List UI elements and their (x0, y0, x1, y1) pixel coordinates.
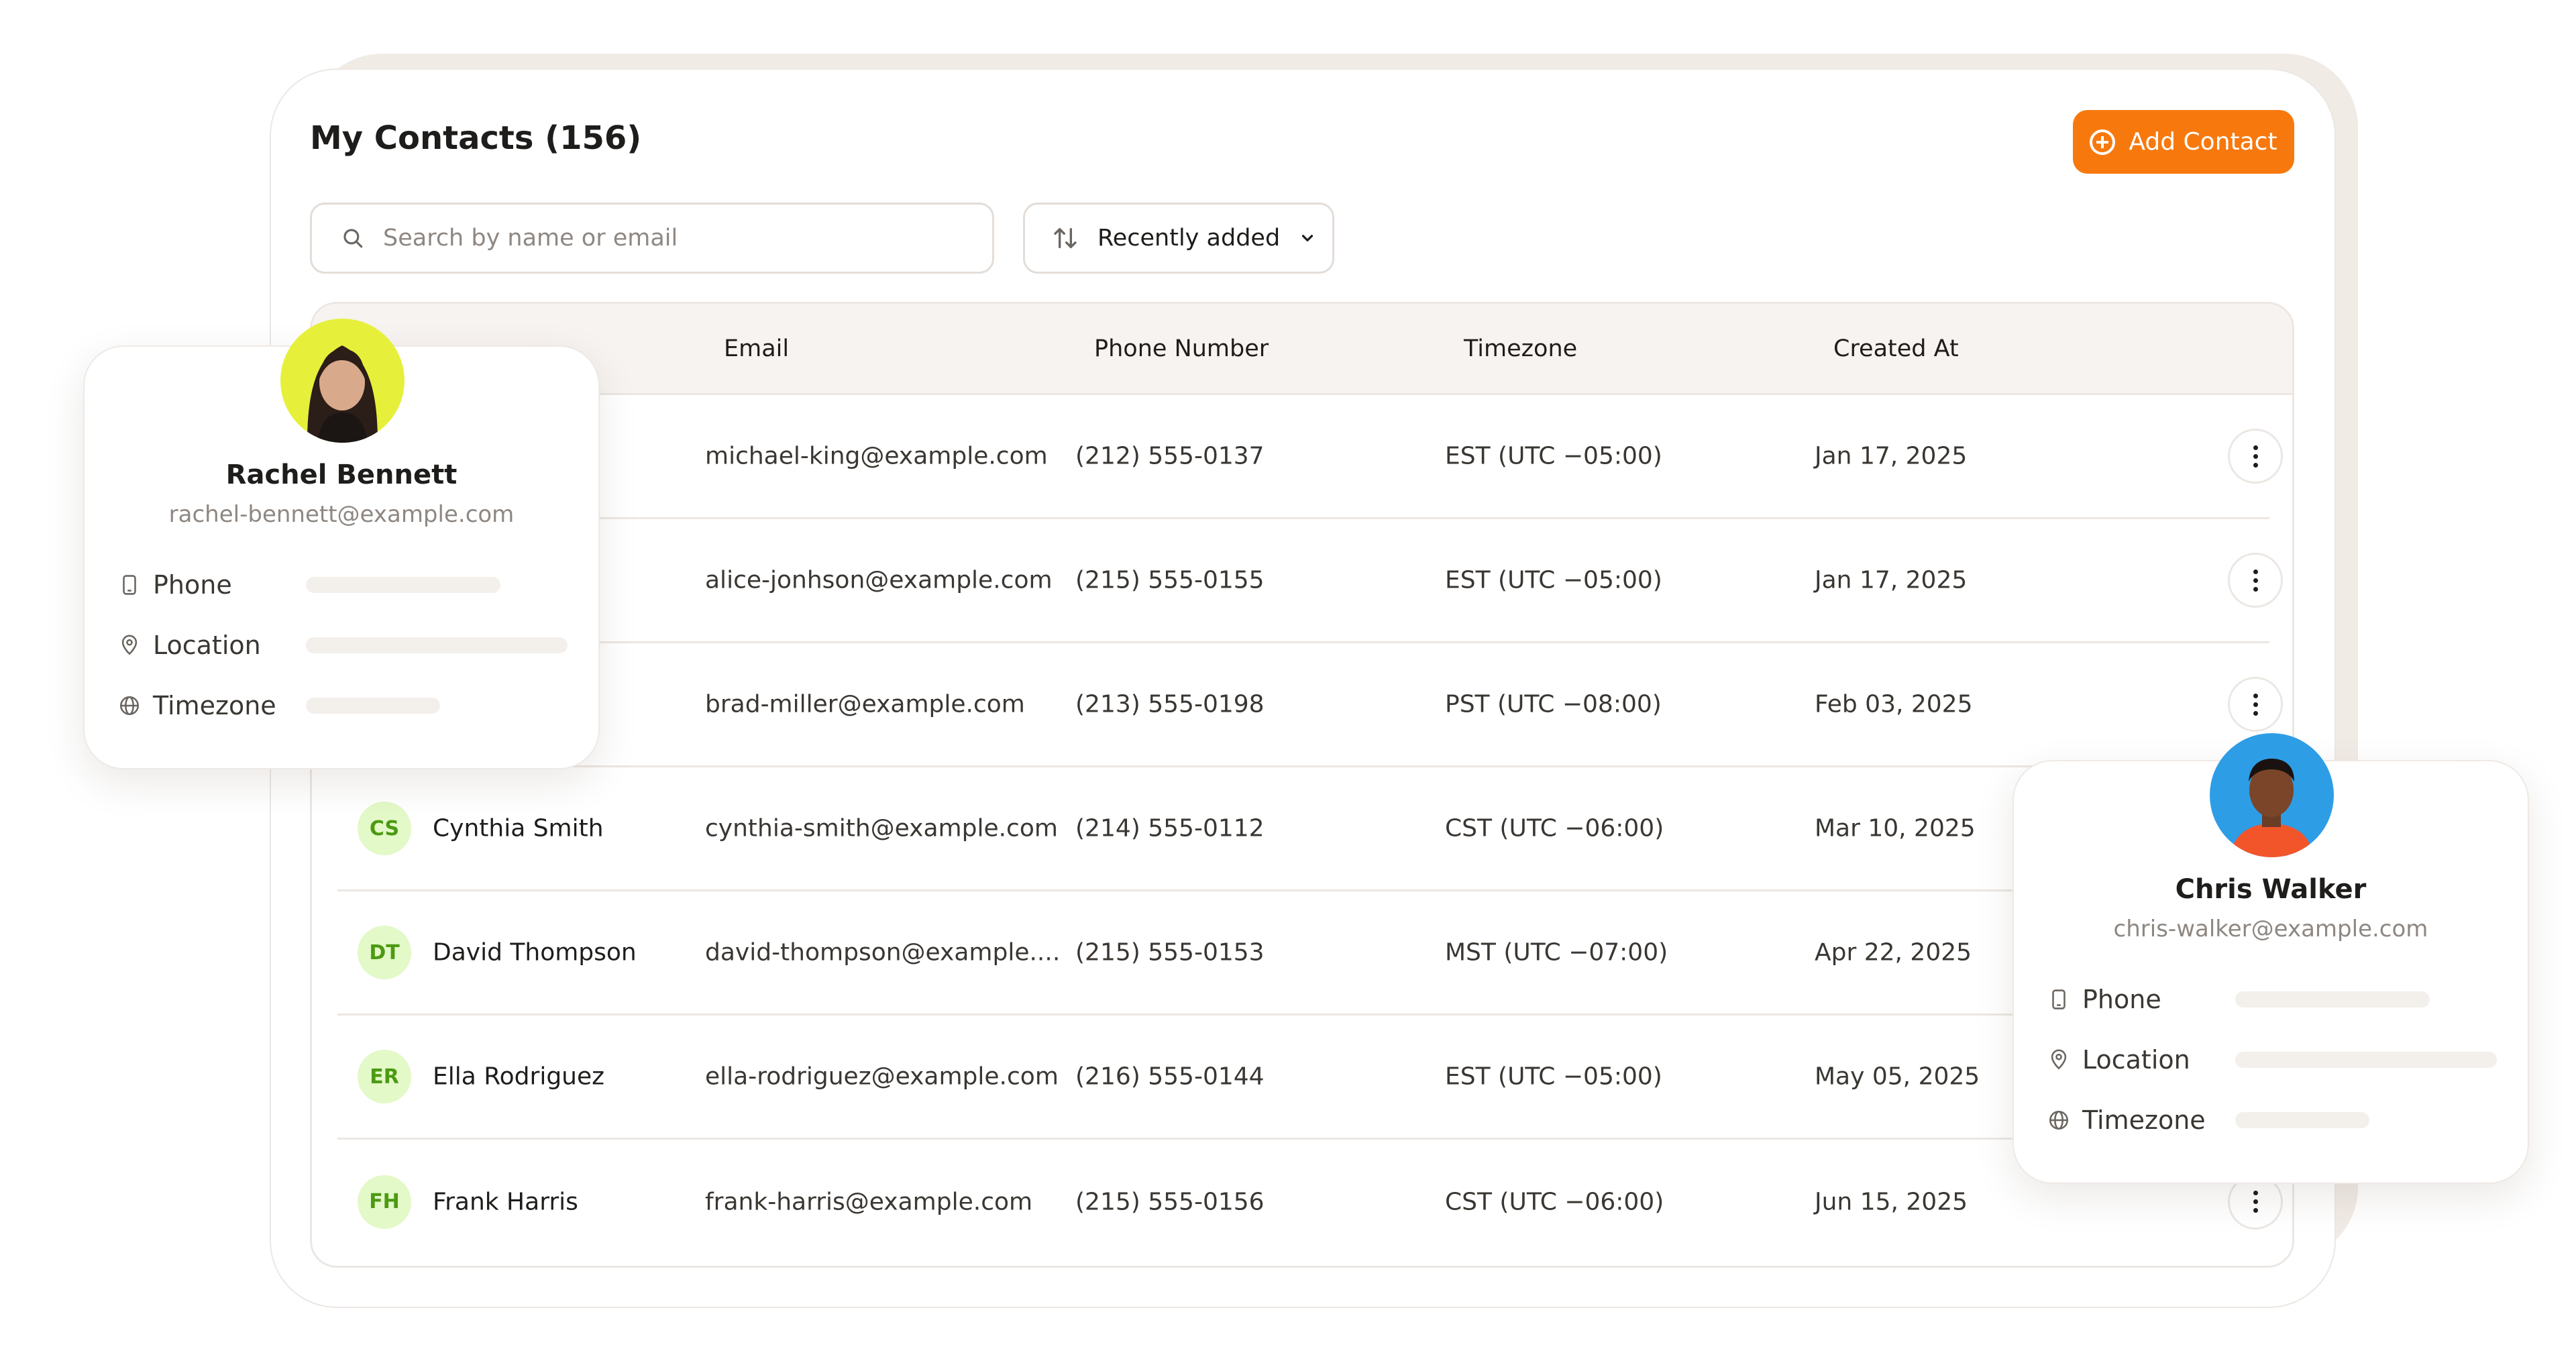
contact-timezone: EST (UTC −05:00) (1445, 442, 1662, 470)
contact-created-at: May 05, 2025 (1815, 1062, 1980, 1091)
table-row[interactable]: brad-miller@example.com (213) 555-0198 PST… (337, 643, 2283, 767)
contact-phone: (216) 555-0144 (1075, 1062, 1265, 1091)
column-phone[interactable]: Phone Number (1094, 335, 1269, 362)
contact-email: frank-harris@example.com (705, 1188, 1033, 1215)
avatar-chris (2210, 733, 2334, 857)
table-row[interactable]: alice-jonhson@example.com (215) 555-0155 E… (337, 519, 2283, 643)
contact-email: michael-king@example.com (705, 442, 1048, 470)
profile-email: chris-walker@example.com (2113, 916, 2428, 942)
contact-name: Cynthia Smith (433, 814, 604, 842)
contact-created-at: Mar 10, 2025 (1815, 814, 1976, 842)
profile-card-rachel[interactable]: Rachel Bennett rachel-bennett@example.co… (83, 319, 600, 769)
more-vertical-icon (2253, 445, 2258, 468)
contact-timezone: MST (UTC −07:00) (1445, 938, 1668, 967)
avatar-rachel (280, 319, 405, 443)
more-vertical-icon (2253, 569, 2258, 592)
row-actions-button[interactable] (2228, 677, 2283, 732)
phone-placeholder-bar (2235, 991, 2430, 1007)
contact-name: David Thompson (433, 938, 637, 967)
profile-email: rachel-bennett@example.com (168, 501, 515, 528)
contact-timezone: CST (UTC −06:00) (1445, 814, 1664, 842)
globe-icon (2049, 1110, 2069, 1130)
table-row[interactable]: michael-king@example.com (212) 555-0137 ES… (337, 395, 2283, 519)
contact-email: cynthia-smith@example.com (705, 814, 1058, 842)
contact-created-at: Jan 17, 2025 (1815, 442, 1968, 470)
contact-email: brad-miller@example.com (705, 690, 1025, 718)
search-icon (343, 229, 363, 248)
table-row[interactable]: ER Ella Rodriguez ella-rodriguez@example.c… (337, 1016, 2283, 1140)
location-placeholder-bar (2235, 1052, 2497, 1068)
sort-dropdown[interactable]: Recently added (1023, 203, 1334, 274)
page-title: My Contacts (156) (310, 119, 642, 157)
column-timezone[interactable]: Timezone (1464, 335, 1577, 362)
row-actions-button[interactable] (2228, 553, 2283, 608)
add-contact-button[interactable]: Add Contact (2073, 110, 2294, 174)
column-created-at[interactable]: Created At (1833, 335, 1959, 362)
add-contact-label: Add Contact (2129, 128, 2277, 156)
chevron-down-icon (1302, 235, 1313, 241)
field-label: Phone (2082, 985, 2161, 1014)
search-input[interactable] (383, 225, 960, 252)
column-email[interactable]: Email (724, 335, 789, 362)
contact-timezone: CST (UTC −06:00) (1445, 1188, 1664, 1215)
location-placeholder-bar (306, 637, 568, 653)
field-label: Timezone (153, 691, 276, 720)
more-vertical-icon (2253, 693, 2258, 716)
contact-created-at: Apr 22, 2025 (1815, 938, 1972, 967)
phone-icon (2052, 989, 2065, 1010)
sort-arrows-icon (1054, 228, 1077, 248)
field-label: Timezone (2082, 1105, 2206, 1135)
table-row[interactable]: DT David Thompson david-thompson@example..… (337, 891, 2283, 1016)
field-label: Phone (153, 570, 232, 600)
contact-timezone: EST (UTC −05:00) (1445, 566, 1662, 594)
contact-phone: (215) 555-0156 (1075, 1188, 1265, 1215)
plus-circle-icon (2090, 129, 2116, 155)
phone-icon (123, 575, 136, 595)
map-pin-icon (2051, 1049, 2067, 1070)
contact-phone: (214) 555-0112 (1075, 814, 1265, 842)
contact-email: david-thompson@example.... (705, 938, 1061, 967)
contacts-table: Email Phone Number Timezone Created At m… (310, 302, 2294, 1268)
contact-email: alice-jonhson@example.com (705, 566, 1053, 594)
table-header: Email Phone Number Timezone Created At (312, 304, 2292, 395)
timezone-placeholder-bar (306, 698, 440, 714)
search-box[interactable] (310, 203, 994, 274)
contact-initials-avatar: FH (358, 1175, 411, 1229)
contact-initials-avatar: CS (358, 802, 411, 855)
contact-created-at: Feb 03, 2025 (1815, 690, 1973, 718)
table-row[interactable]: FH Frank Harris frank-harris@example.com (2… (337, 1140, 2283, 1264)
contact-phone: (215) 555-0153 (1075, 938, 1265, 967)
contact-created-at: Jun 15, 2025 (1815, 1188, 1968, 1215)
contact-created-at: Jan 17, 2025 (1815, 566, 1968, 594)
field-label: Location (153, 631, 261, 660)
contact-timezone: PST (UTC −08:00) (1445, 690, 1662, 718)
more-vertical-icon (2253, 1191, 2258, 1213)
contact-initials-avatar: DT (358, 926, 411, 979)
contact-phone: (213) 555-0198 (1075, 690, 1265, 718)
table-row[interactable]: CS Cynthia Smith cynthia-smith@example.com… (337, 767, 2283, 891)
contact-timezone: EST (UTC −05:00) (1445, 1062, 1662, 1091)
profile-name: Chris Walker (2175, 874, 2367, 905)
phone-placeholder-bar (306, 577, 500, 593)
contact-phone: (215) 555-0155 (1075, 566, 1265, 594)
contact-email: ella-rodriguez@example.com (705, 1062, 1059, 1091)
sort-label: Recently added (1097, 225, 1281, 252)
globe-icon (119, 696, 140, 716)
profile-card-chris[interactable]: Chris Walker chris-walker@example.com Ph… (2012, 733, 2529, 1184)
row-actions-button[interactable] (2228, 429, 2283, 484)
contact-name: Frank Harris (433, 1188, 578, 1215)
contact-initials-avatar: ER (358, 1050, 411, 1103)
timezone-placeholder-bar (2235, 1112, 2369, 1128)
field-label: Location (2082, 1045, 2190, 1075)
contact-phone: (212) 555-0137 (1075, 442, 1265, 470)
map-pin-icon (121, 635, 138, 655)
contacts-page: My Contacts (156) Add Contact Recently a… (0, 0, 2576, 1363)
profile-name: Rachel Bennett (225, 459, 458, 490)
contact-name: Ella Rodriguez (433, 1062, 605, 1091)
